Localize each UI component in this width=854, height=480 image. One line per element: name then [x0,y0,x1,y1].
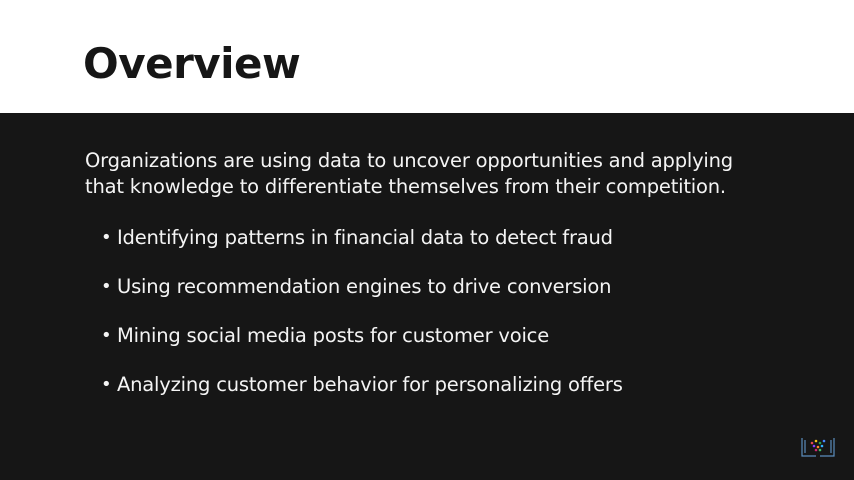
brand-logo-icon [801,438,835,457]
slide-header: Overview [0,0,854,113]
intro-line-1: Organizations are using data to uncover … [85,149,733,172]
bullet-item: • Using recommendation engines to drive … [101,272,623,321]
bullet-icon: • [101,374,112,395]
slide-title: Overview [83,39,301,88]
bullet-text: Identifying patterns in financial data t… [117,226,613,249]
intro-line-2: that knowledge to differentiate themselv… [85,175,726,198]
bullet-list: • Identifying patterns in financial data… [101,223,623,419]
bullet-icon: • [101,276,112,297]
bullet-icon: • [101,325,112,346]
slide: Overview Organizations are using data to… [0,0,854,480]
bullet-text: Mining social media posts for customer v… [117,324,549,347]
bullet-text: Using recommendation engines to drive co… [117,275,612,298]
intro-paragraph: Organizations are using data to uncover … [85,148,785,200]
bullet-item: • Analyzing customer behavior for person… [101,370,623,419]
bullet-icon: • [101,227,112,248]
bullet-item: • Identifying patterns in financial data… [101,223,623,272]
bullet-item: • Mining social media posts for customer… [101,321,623,370]
bullet-text: Analyzing customer behavior for personal… [117,373,623,396]
